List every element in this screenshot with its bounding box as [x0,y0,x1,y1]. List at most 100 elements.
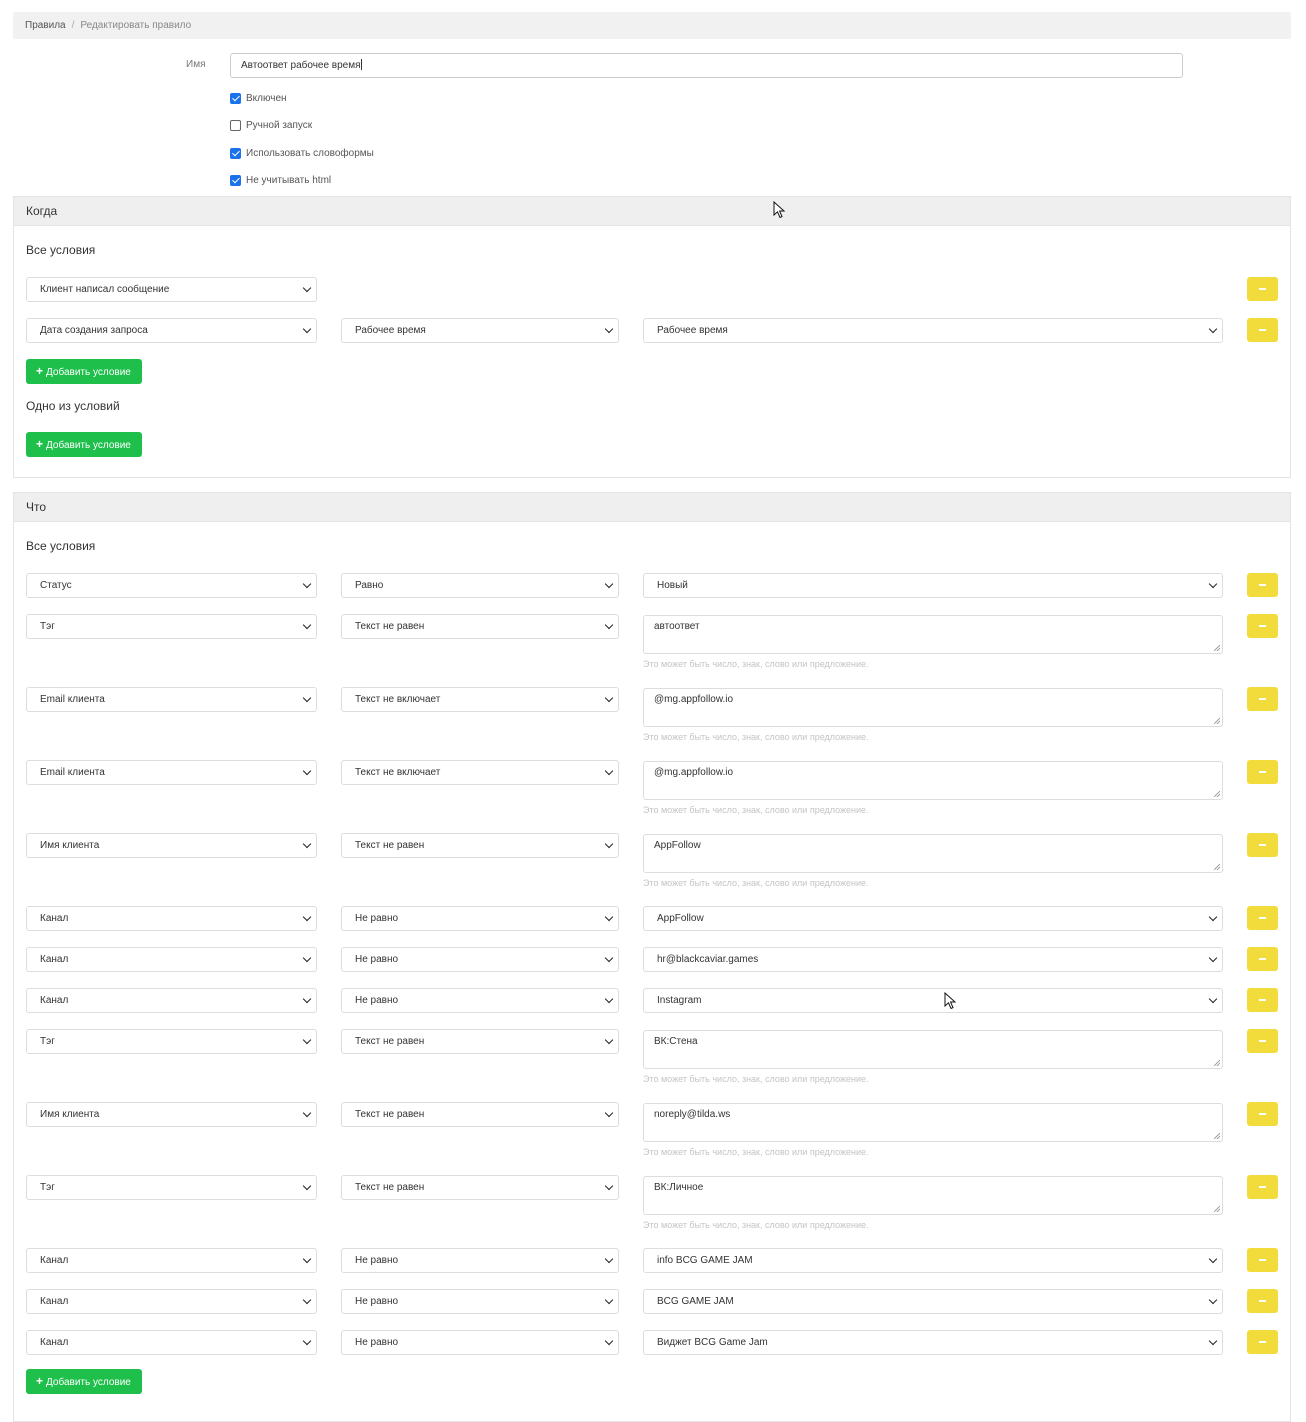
condition-value-select[interactable]: AppFollow [643,906,1223,931]
resize-handle-icon[interactable] [1214,645,1220,651]
chevron-down-icon [1208,953,1218,963]
remove-condition-button[interactable] [1247,833,1278,857]
minus-icon [1259,698,1266,700]
resize-handle-icon[interactable] [1214,718,1220,724]
chevron-down-icon [302,1181,312,1191]
remove-condition-button[interactable] [1247,1175,1278,1199]
condition-operator-select-value: Текст не включает [355,694,441,705]
condition-operator-select[interactable]: Текст не равен [341,1175,619,1200]
remove-condition-button[interactable] [1247,687,1278,711]
remove-condition-button[interactable] [1247,1102,1278,1126]
condition-operator-select[interactable]: Не равно [341,947,619,972]
condition-value-select[interactable]: Виджет BCG Game Jam [643,1330,1223,1355]
chevron-down-icon [302,766,312,776]
remove-condition-button[interactable] [1247,988,1278,1012]
remove-condition-button[interactable] [1247,1330,1278,1354]
chevron-down-icon [302,620,312,630]
breadcrumb-root-link[interactable]: Правила [25,20,66,31]
resize-handle-icon[interactable] [1214,1060,1220,1066]
condition-field-select[interactable]: Email клиента [26,687,317,712]
condition-operator-select[interactable]: Текст не равен [341,1029,619,1054]
condition-field-select[interactable]: Дата создания запроса [26,318,317,343]
remove-condition-button[interactable] [1247,573,1278,597]
condition-field-select[interactable]: Email клиента [26,760,317,785]
condition-value-textarea[interactable]: @mg.appfollow.io [643,688,1223,727]
checkbox-row[interactable]: Использовать словоформы [230,146,374,160]
remove-condition-button[interactable] [1247,1289,1278,1313]
condition-operator-select[interactable]: Не равно [341,906,619,931]
condition-value-select[interactable]: info BCG GAME JAM [643,1248,1223,1273]
condition-operator-select[interactable]: Текст не равен [341,1102,619,1127]
condition-operator-select[interactable]: Рабочее время [341,318,619,343]
condition-value-textarea[interactable]: ВК:Стена [643,1030,1223,1069]
condition-field-select[interactable]: Канал [26,906,317,931]
condition-operator-select[interactable]: Не равно [341,988,619,1013]
minus-icon [1259,1259,1266,1261]
condition-help-text: Это может быть число, знак, слово или пр… [643,1147,869,1157]
condition-operator-select[interactable]: Текст не включает [341,687,619,712]
condition-value-textarea[interactable]: ВК:Личное [643,1176,1223,1215]
chevron-down-icon [302,1035,312,1045]
checkbox-row[interactable]: Не учитывать html [230,173,331,187]
condition-value-textarea[interactable]: noreply@tilda.ws [643,1103,1223,1142]
condition-operator-select[interactable]: Текст не равен [341,833,619,858]
resize-handle-icon[interactable] [1214,864,1220,870]
condition-operator-select[interactable]: Не равно [341,1289,619,1314]
checkbox-checked[interactable] [230,92,241,104]
condition-field-select[interactable]: Статус [26,573,317,598]
remove-condition-button[interactable] [1247,318,1278,342]
condition-value-select[interactable]: Рабочее время [643,318,1223,343]
checkbox-row[interactable]: Ручной запуск [230,118,312,132]
condition-value-select-value: hr@blackcaviar.games [657,954,759,965]
condition-field-select[interactable]: Имя клиента [26,833,317,858]
condition-field-select-value: Тэг [40,1182,55,1193]
condition-value-select[interactable]: Instagram [643,988,1223,1013]
checkbox-row[interactable]: Включен [230,91,287,105]
remove-condition-button[interactable] [1247,1248,1278,1272]
condition-operator-select[interactable]: Текст не равен [341,614,619,639]
condition-value-textarea[interactable]: AppFollow [643,834,1223,873]
condition-value-select[interactable]: hr@blackcaviar.games [643,947,1223,972]
condition-field-select[interactable]: Тэг [26,614,317,639]
condition-value-textarea[interactable]: автоответ [643,615,1223,654]
chevron-down-icon [302,994,312,1004]
condition-value-select[interactable]: Новый [643,573,1223,598]
what-add-condition-button[interactable]: + Добавить условие [26,1369,142,1394]
condition-value-select[interactable]: BCG GAME JAM [643,1289,1223,1314]
condition-field-select[interactable]: Тэг [26,1175,317,1200]
chevron-down-icon [302,324,312,334]
remove-condition-button[interactable] [1247,277,1278,301]
condition-field-select[interactable]: Канал [26,1248,317,1273]
checkbox-checked[interactable] [230,147,241,159]
resize-handle-icon[interactable] [1214,1206,1220,1212]
checkbox-unchecked[interactable] [230,119,241,131]
remove-condition-button[interactable] [1247,614,1278,638]
when-any-add-condition-button[interactable]: + Добавить условие [26,432,142,457]
condition-field-select[interactable]: Канал [26,1330,317,1355]
when-all-add-condition-button[interactable]: + Добавить условие [26,359,142,384]
chevron-down-icon [604,1295,614,1305]
chevron-down-icon [604,1181,614,1191]
condition-field-select[interactable]: Канал [26,1289,317,1314]
condition-value-textarea[interactable]: @mg.appfollow.io [643,761,1223,800]
condition-operator-select[interactable]: Не равно [341,1248,619,1273]
chevron-down-icon [1208,1295,1218,1305]
remove-condition-button[interactable] [1247,760,1278,784]
condition-value-select-value: Рабочее время [657,325,728,336]
condition-operator-select[interactable]: Равно [341,573,619,598]
condition-field-select[interactable]: Канал [26,988,317,1013]
condition-operator-select[interactable]: Текст не включает [341,760,619,785]
resize-handle-icon[interactable] [1214,791,1220,797]
remove-condition-button[interactable] [1247,947,1278,971]
resize-handle-icon[interactable] [1214,1133,1220,1139]
condition-field-select[interactable]: Клиент написал сообщение [26,277,317,302]
condition-field-select[interactable]: Тэг [26,1029,317,1054]
remove-condition-button[interactable] [1247,1029,1278,1053]
condition-field-select[interactable]: Имя клиента [26,1102,317,1127]
name-input[interactable]: Автоответ рабочее время [230,53,1183,78]
condition-operator-select[interactable]: Не равно [341,1330,619,1355]
checkbox-checked[interactable] [230,174,241,186]
condition-field-select[interactable]: Канал [26,947,317,972]
remove-condition-button[interactable] [1247,906,1278,930]
condition-value-select-value: AppFollow [657,913,704,924]
